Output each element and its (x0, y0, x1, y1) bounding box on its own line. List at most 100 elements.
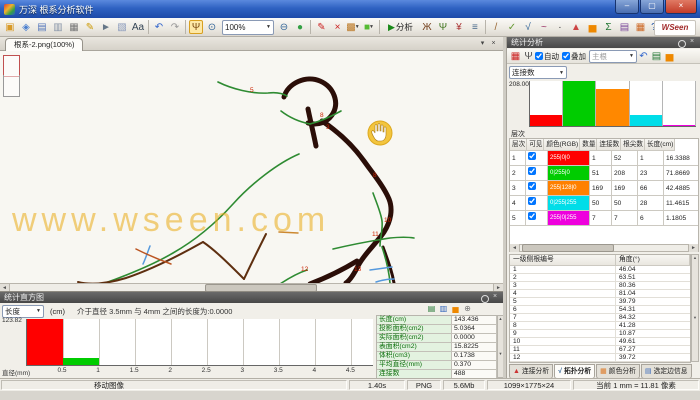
stats-toolbar-icon[interactable]: ▅ (450, 304, 461, 314)
stat-toolbar-icon[interactable]: ▦ (510, 49, 521, 63)
tab-selected-edge-info[interactable]: ▤ 选定边信息 (641, 364, 692, 379)
level-cell[interactable]: 1 (510, 151, 526, 166)
lateral-table-row[interactable]: 10 49.61 (510, 338, 690, 346)
maximize-button[interactable]: ▢ (640, 0, 664, 14)
lateral-table-row[interactable]: 8 41.28 (510, 322, 690, 330)
zoom-level-combobox[interactable]: 100% ▼ (222, 20, 274, 35)
lateral-table-row[interactable]: 5 39.79 (510, 298, 690, 306)
stat-toolbar-icon[interactable]: ▤ (651, 49, 662, 63)
column-header[interactable]: 一级侧根编号 (510, 255, 616, 266)
stat-toolbar-icon[interactable]: Ψ (523, 49, 534, 63)
level-cell[interactable]: 4 (510, 196, 526, 211)
panel-close-icon[interactable]: × (687, 38, 697, 47)
column-header[interactable]: 可见 (527, 139, 544, 151)
scroll-left-icon[interactable]: ◄ (510, 244, 520, 252)
lateral-table-row[interactable]: 11 67.27 (510, 346, 690, 354)
toolbar-icon[interactable]: ◈ (19, 20, 33, 34)
toolbar-icon[interactable]: ▦ (633, 20, 647, 34)
stats-toolbar-icon[interactable]: ⊕ (462, 304, 473, 314)
table-horizontal-scrollbar[interactable]: ◄ ► (509, 244, 699, 252)
stats-toolbar-icon[interactable]: ▤ (426, 304, 437, 314)
stat-metric-combobox[interactable]: 连接数 ▼ (509, 66, 567, 79)
stats-toolbar-icon[interactable]: ▥ (438, 304, 449, 314)
toolbar-icon[interactable]: ▩▼ (346, 20, 360, 34)
scrollbar-thumb[interactable] (522, 244, 614, 252)
level-cell[interactable]: 2 (510, 166, 526, 181)
stats-row[interactable]: 实际面积(cm2) 0.0000 (377, 334, 497, 343)
stat-toolbar-icon[interactable]: ▅ (664, 49, 675, 63)
lateral-table-row[interactable]: 2 63.51 (510, 274, 690, 282)
tab-color-analysis[interactable]: ▦ 颜色分析 (596, 364, 640, 379)
stats-row[interactable]: 平均直径(mm) 0.370 (377, 361, 497, 370)
column-header[interactable]: 层次 (510, 139, 527, 151)
column-header[interactable]: 连接数 (597, 139, 621, 151)
visible-checkbox[interactable] (528, 152, 536, 160)
lateral-table-row[interactable]: 4 81.04 (510, 290, 690, 298)
level-table-row[interactable]: 4 0|255|255 50 50 28 11.4615 (510, 196, 698, 211)
toolbar-icon[interactable]: √ (521, 20, 535, 34)
pin-icon[interactable] (677, 38, 687, 47)
level-table-row[interactable]: 2 0|255|0 51 208 23 71.8669 (510, 166, 698, 181)
toolbar-icon[interactable]: ✎ (83, 20, 97, 34)
visible-checkbox[interactable] (528, 197, 536, 205)
analyze-button[interactable]: ▶ 分析 (384, 19, 417, 36)
stats-row[interactable]: 长度(cm) 143.436 (377, 316, 497, 325)
toolbar-icon[interactable]: ▅ (585, 20, 599, 34)
metric-combobox[interactable]: 长度 ▼ (2, 305, 44, 318)
zoom-select-icon[interactable]: ⊙ (205, 20, 219, 34)
toolbar-icon[interactable]: ↶ (152, 20, 166, 34)
image-canvas[interactable]: www.wseen.com 583810111312 (0, 51, 503, 283)
lateral-table-row[interactable]: 12 39.72 (510, 354, 690, 362)
toolbar-icon[interactable]: ▥ (51, 20, 65, 34)
toolbar-icon[interactable]: ► (99, 20, 113, 34)
toolbar-icon[interactable]: ▧ (115, 20, 129, 34)
stat-toolbar-icon[interactable]: ↶ (638, 49, 649, 63)
root-type-combobox[interactable]: 主根 ▼ (589, 50, 637, 63)
panel-close-icon[interactable]: × (490, 293, 500, 302)
toolbar-icon[interactable]: · (553, 20, 567, 34)
toolbar-icon[interactable]: ● (293, 20, 307, 34)
column-header[interactable]: 根尖数 (621, 139, 645, 151)
stats-row[interactable]: 体积(cm3) 0.1738 (377, 352, 497, 361)
tab-connection-analysis[interactable]: ▲ 连接分析 (509, 364, 553, 379)
column-header[interactable]: 颜色(RGB) (544, 139, 580, 151)
level-table-row[interactable]: 5 255|0|255 7 7 6 1.1805 (510, 211, 698, 226)
tab-close-icon[interactable]: × (488, 39, 499, 49)
toolbar-icon[interactable]: ▲ (569, 20, 583, 34)
column-header[interactable]: 长度(cm) (645, 139, 675, 151)
toolbar-icon[interactable]: ≡ (468, 20, 482, 34)
toolbar-icon[interactable]: ✓ (505, 20, 519, 34)
lateral-table-row[interactable]: 9 10.87 (510, 330, 690, 338)
toolbar-icon[interactable]: Σ (601, 20, 615, 34)
toolbar-icon[interactable]: Ж (420, 20, 434, 34)
tab-overflow-icon[interactable]: ▾ (477, 39, 488, 49)
toolbar-icon[interactable]: / (489, 20, 503, 34)
level-cell[interactable]: 5 (510, 211, 526, 226)
toolbar-icon[interactable]: ¥ (452, 20, 466, 34)
overlay-checkbox[interactable] (562, 52, 570, 60)
toolbar-icon[interactable]: ▤ (617, 20, 631, 34)
pin-icon[interactable] (480, 293, 490, 302)
lateral-table-row[interactable]: 7 84.32 (510, 314, 690, 322)
toolbar-icon[interactable]: ▤ (35, 20, 49, 34)
close-button[interactable]: × (665, 0, 697, 14)
hand-pan-icon[interactable]: Ψ (189, 20, 203, 34)
canvas-horizontal-scrollbar[interactable]: ◄ ► (0, 283, 503, 291)
image-tab[interactable]: 根系-2.png(100%) (5, 38, 83, 52)
auto-checkbox[interactable] (535, 52, 543, 60)
minimize-button[interactable]: – (615, 0, 639, 14)
tab-topology-analysis[interactable]: √ 拓扑分析 (554, 364, 595, 379)
stats-row[interactable]: 表面积(cm2) 15.8225 (377, 343, 497, 352)
column-header[interactable]: 数量 (580, 139, 597, 151)
level-table-row[interactable]: 3 255|128|0 169 169 66 42.4885 (510, 181, 698, 196)
lateral-table-row[interactable]: 1 46.04 (510, 266, 690, 274)
column-header[interactable]: 角度(°) (616, 255, 690, 266)
toolbar-icon[interactable]: Ψ (436, 20, 450, 34)
toolbar-icon[interactable]: ⊖ (277, 20, 291, 34)
scroll-right-icon[interactable]: ► (688, 244, 698, 252)
lateral-table-row[interactable]: 3 80.36 (510, 282, 690, 290)
level-cell[interactable]: 3 (510, 181, 526, 196)
toolbar-icon[interactable]: ✎ (314, 20, 328, 34)
toolbar-icon[interactable]: ▦ (67, 20, 81, 34)
visible-checkbox[interactable] (528, 182, 536, 190)
